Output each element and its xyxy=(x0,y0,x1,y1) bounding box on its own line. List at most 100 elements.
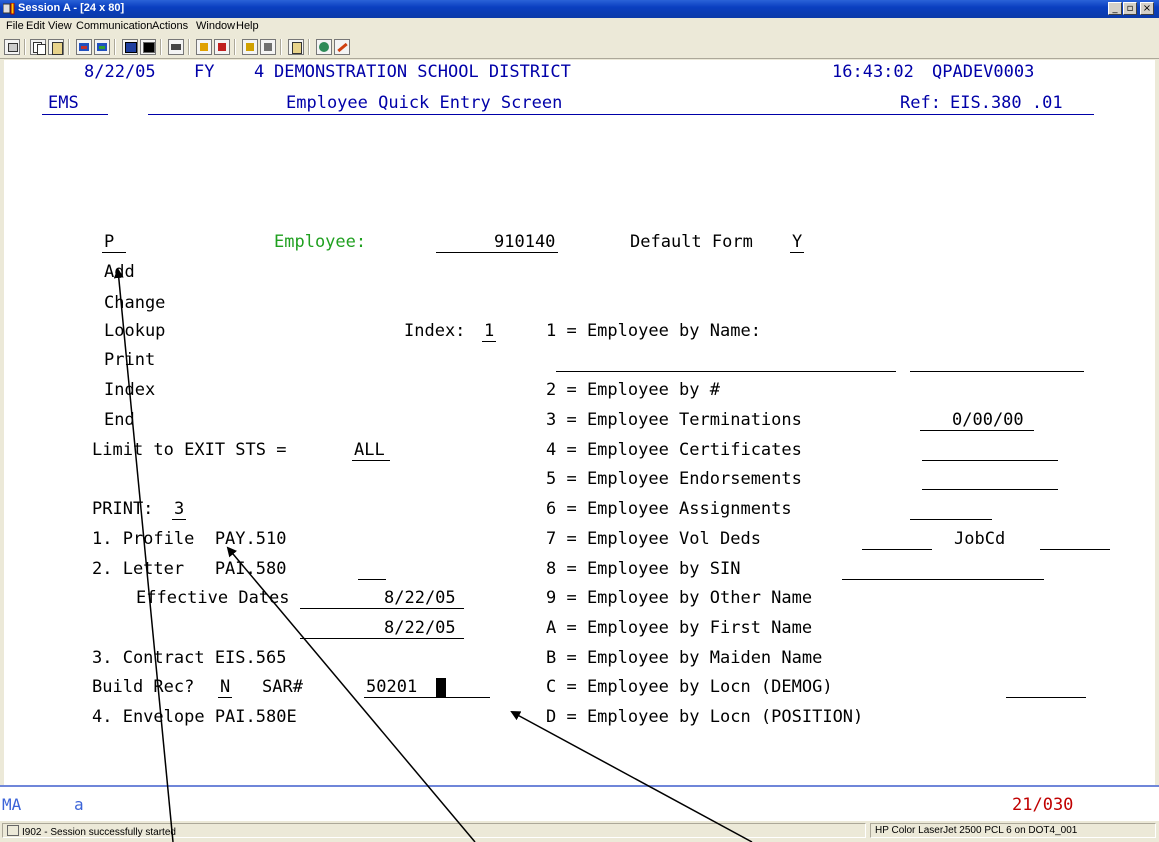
name-last-field[interactable] xyxy=(556,371,896,372)
edit-icon[interactable] xyxy=(334,39,350,55)
print-field[interactable]: 3 xyxy=(174,499,184,519)
screen-title: Employee Quick Entry Screen xyxy=(286,93,563,113)
menu-file[interactable]: File xyxy=(6,20,24,32)
operator-info-area: MA a 21/030 xyxy=(0,785,1159,823)
action-underline xyxy=(102,252,126,253)
index-option-4: 4 = Employee Certificates xyxy=(546,440,802,460)
ref-value: EIS.380 .01 xyxy=(950,93,1063,113)
header-time: 16:43:02 xyxy=(832,62,914,82)
screen2-icon[interactable] xyxy=(140,39,156,55)
menu-edit[interactable]: Edit xyxy=(26,20,45,32)
effective-to-field[interactable]: 8/22/05 xyxy=(384,618,456,638)
limit-underline xyxy=(352,460,390,461)
record-icon[interactable] xyxy=(196,39,212,55)
action-change: Change xyxy=(104,293,166,313)
oia-indicator: a xyxy=(74,795,84,814)
menu-window[interactable]: Window xyxy=(196,20,235,32)
receive-icon[interactable] xyxy=(94,39,110,55)
menu-communication[interactable]: Communication xyxy=(76,20,152,32)
print-option-3: 3. Contract EIS.565 xyxy=(92,648,287,668)
header-device: QPADEV0003 xyxy=(932,62,1035,82)
action-lookup: Lookup xyxy=(104,321,166,341)
index-option-9: 9 = Employee by Other Name xyxy=(546,588,813,608)
certificates-field[interactable] xyxy=(922,460,1058,461)
letter-code-field[interactable] xyxy=(358,579,386,580)
emulator-window: Session A - [24 x 80] _ ▫ × File Edit Vi… xyxy=(0,0,1159,842)
index-option-2: 2 = Employee by # xyxy=(546,380,720,400)
vol-deds-field[interactable] xyxy=(862,549,932,550)
name-first-field[interactable] xyxy=(910,371,1084,372)
default-form-underline xyxy=(790,252,804,253)
sar-underline xyxy=(364,697,490,698)
status-message-panel: I902 - Session successfully started xyxy=(2,823,866,838)
close-button[interactable]: × xyxy=(1140,2,1154,15)
sar-field[interactable]: 50201 xyxy=(366,677,417,697)
menu-actions[interactable]: Actions xyxy=(152,20,188,32)
ref-label: Ref: xyxy=(900,93,941,113)
index-option-3: 3 = Employee Terminations xyxy=(546,410,802,430)
send-icon[interactable] xyxy=(76,39,92,55)
print-label: PRINT: xyxy=(92,499,154,519)
color2-icon[interactable] xyxy=(260,39,276,55)
toolbar-separator xyxy=(188,39,190,55)
screen-icon[interactable] xyxy=(122,39,138,55)
effective-dates-label: Effective Dates xyxy=(136,588,290,608)
maximize-button[interactable]: ▫ xyxy=(1123,2,1137,15)
session-icon xyxy=(3,3,15,15)
copy-icon[interactable] xyxy=(30,39,46,55)
title-bar: Session A - [24 x 80] _ ▫ × xyxy=(0,0,1159,18)
index-option-a: A = Employee by First Name xyxy=(546,618,813,638)
index-option-7: 7 = Employee Vol Deds xyxy=(546,529,761,549)
color1-icon[interactable] xyxy=(242,39,258,55)
toolbar-separator xyxy=(68,39,70,55)
effective-from-field[interactable]: 8/22/05 xyxy=(384,588,456,608)
underline xyxy=(148,114,1094,115)
sin-field[interactable] xyxy=(842,579,1044,580)
action-field[interactable]: P xyxy=(104,232,114,252)
terminations-date-field[interactable]: 0/00/00 xyxy=(952,410,1024,430)
locn-demog-field[interactable] xyxy=(1006,697,1086,698)
index-label: Index: xyxy=(404,321,466,341)
employee-underline xyxy=(436,252,558,253)
build-rec-underline xyxy=(218,697,232,698)
employee-label: Employee: xyxy=(274,232,367,252)
status-bar: I902 - Session successfully started HP C… xyxy=(0,821,1159,842)
index-underline xyxy=(482,341,496,342)
window-title: Session A - [24 x 80] xyxy=(18,2,125,14)
terminal-screen[interactable]: 8/22/05 FY 4 DEMONSTRATION SCHOOL DISTRI… xyxy=(4,60,1155,785)
default-form-field[interactable]: Y xyxy=(792,232,802,252)
action-end: End xyxy=(104,410,135,430)
employee-field[interactable]: 910140 xyxy=(494,232,555,252)
notes-icon[interactable] xyxy=(288,39,304,55)
paste-icon[interactable] xyxy=(48,39,64,55)
toolbar xyxy=(0,36,1159,59)
index-field[interactable]: 1 xyxy=(484,321,494,341)
header-date: 8/22/05 xyxy=(84,62,156,82)
effective-from-underline xyxy=(300,608,464,609)
toolbar-separator xyxy=(160,39,162,55)
endorsements-field[interactable] xyxy=(922,489,1058,490)
action-index: Index xyxy=(104,380,156,400)
build-rec-field[interactable]: N xyxy=(220,677,230,697)
display-icon[interactable] xyxy=(4,39,20,55)
text-cursor xyxy=(436,678,446,697)
action-print: Print xyxy=(104,350,156,370)
globe-icon[interactable] xyxy=(316,39,332,55)
print-option-4: 4. Envelope PAI.580E xyxy=(92,707,297,727)
header-fy-label: FY xyxy=(194,62,215,82)
playback-icon[interactable] xyxy=(214,39,230,55)
menu-help[interactable]: Help xyxy=(236,20,259,32)
menu-view[interactable]: View xyxy=(48,20,72,32)
index-option-6: 6 = Employee Assignments xyxy=(546,499,792,519)
effective-to-underline xyxy=(300,638,464,639)
macro-icon[interactable] xyxy=(168,39,184,55)
index-option-8: 8 = Employee by SIN xyxy=(546,559,741,579)
limit-label: Limit to EXIT STS = xyxy=(92,440,287,460)
cursor-position: 21/030 xyxy=(1012,795,1074,815)
printer-panel: HP Color LaserJet 2500 PCL 6 on DOT4_001 xyxy=(870,823,1156,838)
minimize-button[interactable]: _ xyxy=(1108,2,1122,15)
assignments-field[interactable] xyxy=(910,519,992,520)
jobcd-field[interactable] xyxy=(1040,549,1110,550)
limit-field[interactable]: ALL xyxy=(354,440,385,460)
build-rec-label: Build Rec? xyxy=(92,677,195,697)
